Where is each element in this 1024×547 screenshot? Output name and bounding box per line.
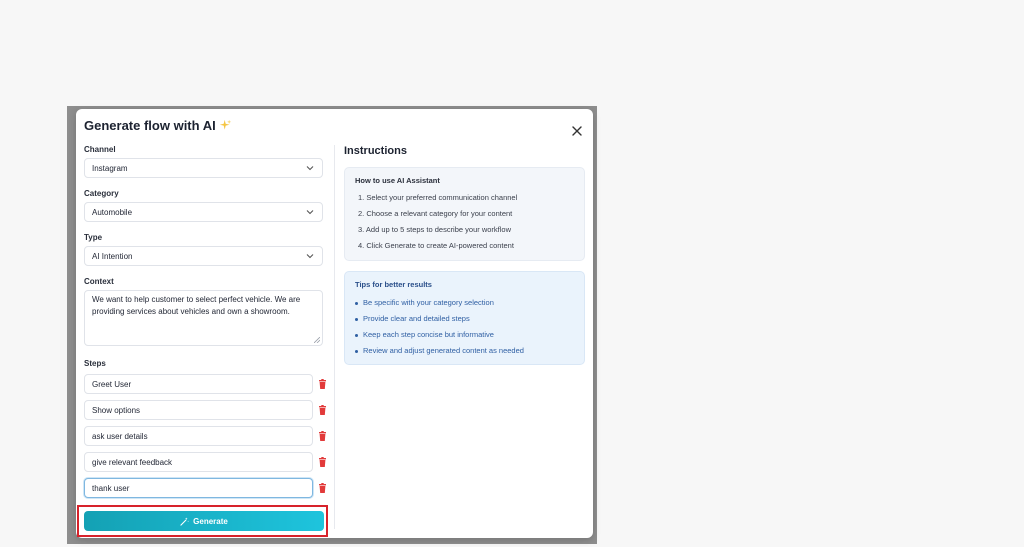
sparkle-icon [219, 119, 231, 130]
trash-icon[interactable] [318, 405, 327, 415]
tip-text: Review and adjust generated content as n… [363, 346, 524, 355]
tips-card: Tips for better results Be specific with… [344, 271, 585, 365]
step-input-focused[interactable]: thank user [84, 478, 313, 498]
how-to-card: How to use AI Assistant 1. Select your p… [344, 167, 585, 261]
type-value: AI Intention [92, 251, 133, 261]
list-item: 1. Select your preferred communication c… [358, 193, 518, 202]
chevron-down-icon [306, 210, 314, 215]
generate-flow-dialog: Generate flow with AI Channel Instagram … [76, 109, 593, 538]
list-item: 2. Choose a relevant category for your c… [358, 209, 513, 218]
step-row: ask user details [84, 426, 328, 446]
type-select[interactable]: AI Intention [84, 246, 323, 266]
list-item: 3. Add up to 5 steps to describe your wo… [358, 225, 511, 234]
step-row: give relevant feedback [84, 452, 328, 472]
step-input[interactable]: Show options [84, 400, 313, 420]
bullet-icon [355, 333, 358, 337]
steps-label: Steps [84, 359, 106, 368]
tip-text: Keep each step concise but informative [363, 330, 494, 339]
type-label: Type [84, 233, 103, 242]
channel-value: Instagram [92, 163, 128, 173]
step-row: thank user [84, 478, 328, 498]
tip-text: Be specific with your category selection [363, 298, 494, 307]
step-input[interactable]: give relevant feedback [84, 452, 313, 472]
trash-icon[interactable] [318, 483, 327, 493]
context-textarea[interactable]: We want to help customer to select perfe… [84, 290, 323, 346]
chevron-down-icon [306, 254, 314, 259]
category-label: Category [84, 189, 119, 198]
how-to-title: How to use AI Assistant [355, 176, 440, 185]
dialog-title: Generate flow with AI [84, 118, 232, 133]
chevron-down-icon [306, 166, 314, 171]
generate-label: Generate [193, 516, 228, 526]
how-to-list: 1. Select your preferred communication c… [355, 191, 574, 255]
category-value: Automobile [92, 207, 133, 217]
channel-select[interactable]: Instagram [84, 158, 323, 178]
list-item: Review and adjust generated content as n… [355, 343, 574, 359]
context-label: Context [84, 277, 114, 286]
trash-icon[interactable] [318, 457, 327, 467]
instructions-title: Instructions [344, 145, 407, 157]
tips-title: Tips for better results [355, 280, 432, 289]
magic-wand-icon [180, 516, 189, 526]
tips-list: Be specific with your category selection… [355, 295, 574, 359]
bullet-icon [355, 301, 358, 305]
list-item: Provide clear and detailed steps [355, 311, 574, 327]
resize-grip-icon[interactable] [314, 337, 320, 343]
list-item: Keep each step concise but informative [355, 327, 574, 343]
trash-icon[interactable] [318, 431, 327, 441]
category-select[interactable]: Automobile [84, 202, 323, 222]
list-item: 4. Click Generate to create AI-powered c… [358, 241, 514, 250]
close-icon [572, 126, 582, 136]
generate-button-highlight: Generate [77, 505, 328, 537]
column-divider [334, 145, 335, 529]
step-row: Greet User [84, 374, 328, 394]
list-item: Be specific with your category selection [355, 295, 574, 311]
context-text: We want to help customer to select perfe… [92, 295, 301, 316]
generate-button[interactable]: Generate [84, 511, 324, 531]
tip-text: Provide clear and detailed steps [363, 314, 470, 323]
step-input[interactable]: Greet User [84, 374, 313, 394]
step-row: Show options [84, 400, 328, 420]
step-input[interactable]: ask user details [84, 426, 313, 446]
trash-icon[interactable] [318, 379, 327, 389]
bullet-icon [355, 349, 358, 353]
channel-label: Channel [84, 145, 116, 154]
close-button[interactable] [569, 123, 585, 139]
dialog-title-text: Generate flow with AI [84, 118, 216, 133]
bullet-icon [355, 317, 358, 321]
